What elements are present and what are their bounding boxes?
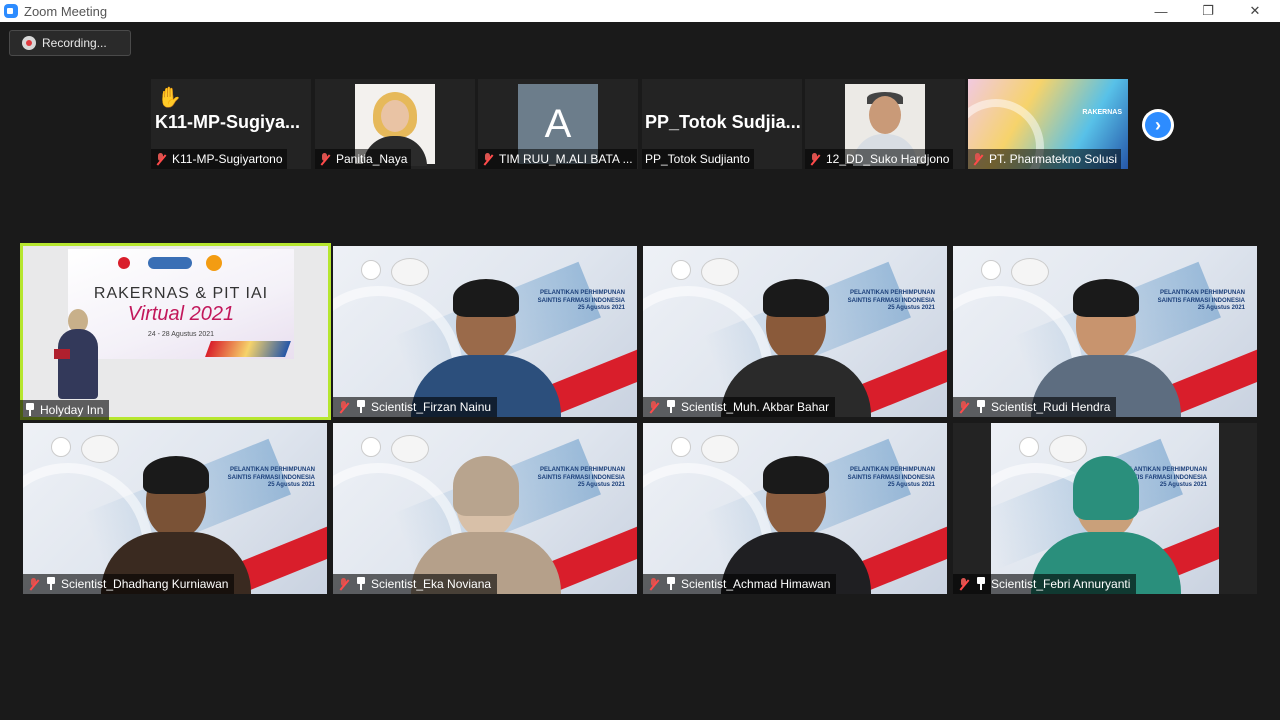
- iai-logo-icon: [206, 255, 222, 271]
- video-tile-firzan-nainu[interactable]: PELANTIKAN PERHIMPUNAN SAINTIS FARMASI IN…: [333, 246, 637, 417]
- participant-name: Scientist_Achmad Himawan: [681, 577, 831, 591]
- participant-label: Scientist_Rudi Hendra: [953, 397, 1117, 417]
- pin-icon: [975, 400, 987, 414]
- video-tile-rudi-hendra[interactable]: PELANTIKAN PERHIMPUNAN SAINTIS FARMASI IN…: [953, 246, 1257, 417]
- pin-icon: [665, 400, 677, 414]
- participant-name: 12_DD_Suko Hardjono: [826, 152, 950, 166]
- participant-video: [1031, 444, 1181, 594]
- muted-mic-icon: [154, 152, 168, 166]
- strip-tile-4[interactable]: PP_Totok Sudjia... PP_Totok Sudjianto: [642, 79, 802, 169]
- participant-label: Scientist_Dhadhang Kurniawan: [23, 574, 235, 594]
- participant-label: Scientist_Eka Noviana: [333, 574, 498, 594]
- event-logo-icon: [118, 257, 130, 269]
- strip-tile-6[interactable]: RAKERNAS PT. Pharmatekno Solusi: [968, 79, 1128, 169]
- video-tile-akbar-bahar[interactable]: PELANTIKAN PERHIMPUNAN SAINTIS FARMASI IN…: [643, 246, 947, 417]
- video-tile-dhadhang-kurniawan[interactable]: PELANTIKAN PERHIMPUNAN SAINTIS FARMASI IN…: [23, 423, 327, 594]
- muted-mic-icon: [337, 577, 351, 591]
- event-logo-icon: [981, 260, 1001, 280]
- participant-label: Scientist_Muh. Akbar Bahar: [643, 397, 836, 417]
- participant-label: PT. Pharmatekno Solusi: [968, 149, 1122, 169]
- participant-video-frame: PELANTIKAN PERHIMPUNAN SAINTIS FARMASI IN…: [991, 423, 1219, 594]
- muted-mic-icon: [957, 400, 971, 414]
- participant-label: TIM RUU_M.ALI BATA ...: [478, 149, 637, 169]
- video-tile-holyday-inn[interactable]: RAKERNAS & PIT IAI Virtual 2021 24 - 28 …: [20, 243, 331, 420]
- chevron-right-icon: ›: [1145, 112, 1171, 138]
- participant-label: K11-MP-Sugiyartono: [151, 149, 287, 169]
- muted-mic-icon: [808, 152, 822, 166]
- video-tile-achmad-himawan[interactable]: PELANTIKAN PERHIMPUNAN SAINTIS FARMASI IN…: [643, 423, 947, 594]
- participant-name: K11-MP-Sugiyartono: [172, 152, 283, 166]
- strip-tile-3[interactable]: A TIM RUU_M.ALI BATA ...: [478, 79, 638, 169]
- participant-video: [411, 267, 561, 417]
- participant-display-name: K11-MP-Sugiya...: [155, 112, 301, 132]
- pharmaq-logo-icon: [148, 257, 192, 269]
- participant-video: [101, 444, 251, 594]
- minimize-button[interactable]: —: [1138, 0, 1184, 22]
- video-tile-febri-annuryanti[interactable]: PELANTIKAN PERHIMPUNAN SAINTIS FARMASI IN…: [953, 423, 1257, 594]
- event-logo-icon: [671, 437, 691, 457]
- slide-title: RAKERNAS & PIT IAI: [93, 285, 269, 302]
- participant-name: Scientist_Muh. Akbar Bahar: [681, 400, 830, 414]
- participant-display-name: PP_Totok Sudjia...: [645, 112, 801, 132]
- muted-mic-icon: [337, 400, 351, 414]
- slide-decoration: [205, 341, 291, 357]
- close-button[interactable]: ✕: [1232, 0, 1278, 22]
- participant-name: Holyday Inn: [40, 403, 104, 417]
- participant-name: PP_Totok Sudjianto: [645, 152, 750, 166]
- pin-icon: [24, 403, 36, 417]
- muted-mic-icon: [957, 577, 971, 591]
- participant-label: Scientist_Achmad Himawan: [643, 574, 837, 594]
- raised-hand-icon: ✋: [157, 87, 182, 109]
- event-logo-icon: [671, 260, 691, 280]
- participant-label: Holyday Inn: [20, 400, 110, 420]
- strip-tile-2[interactable]: Panitia_Naya: [315, 79, 475, 169]
- presenter: [54, 309, 102, 399]
- pin-icon: [45, 577, 57, 591]
- participant-name: Scientist_Dhadhang Kurniawan: [61, 577, 229, 591]
- event-logo-icon: [361, 437, 381, 457]
- muted-mic-icon: [647, 400, 661, 414]
- participant-video: [411, 444, 561, 594]
- recording-label: Recording...: [42, 36, 107, 50]
- muted-mic-icon: [647, 577, 661, 591]
- muted-mic-icon: [481, 152, 495, 166]
- pin-icon: [355, 577, 367, 591]
- participant-video: [721, 444, 871, 594]
- event-logo-icon: [51, 437, 71, 457]
- muted-mic-icon: [27, 577, 41, 591]
- pin-icon: [355, 400, 367, 414]
- participant-label: Scientist_Firzan Nainu: [333, 397, 498, 417]
- participant-name: PT. Pharmatekno Solusi: [989, 152, 1118, 166]
- window-titlebar: Zoom Meeting — ❐ ✕: [0, 0, 1280, 22]
- pin-icon: [665, 577, 677, 591]
- window-title: Zoom Meeting: [24, 3, 108, 19]
- participant-name: Scientist_Rudi Hendra: [991, 400, 1111, 414]
- pin-icon: [975, 577, 987, 591]
- participant-name: Panitia_Naya: [336, 152, 408, 166]
- participant-label: Panitia_Naya: [315, 149, 412, 169]
- muted-mic-icon: [318, 152, 332, 166]
- recording-icon: [22, 36, 36, 50]
- participant-video: [721, 267, 871, 417]
- participant-name: Scientist_Febri Annuryanti: [991, 577, 1131, 591]
- video-tile-eka-noviana[interactable]: PELANTIKAN PERHIMPUNAN SAINTIS FARMASI IN…: [333, 423, 637, 594]
- participant-video: [1031, 267, 1181, 417]
- zoom-app-icon: [4, 4, 18, 18]
- participant-name: Scientist_Eka Noviana: [371, 577, 492, 591]
- strip-tile-5[interactable]: 12_DD_Suko Hardjono: [805, 79, 965, 169]
- participant-label: 12_DD_Suko Hardjono: [805, 149, 954, 169]
- event-logo-icon: [361, 260, 381, 280]
- muted-mic-icon: [971, 152, 985, 166]
- participant-label: Scientist_Febri Annuryanti: [953, 574, 1137, 594]
- recording-indicator[interactable]: Recording...: [9, 30, 131, 56]
- participant-name: TIM RUU_M.ALI BATA ...: [499, 152, 633, 166]
- participant-label: PP_Totok Sudjianto: [642, 149, 754, 169]
- restore-button[interactable]: ❐: [1185, 0, 1231, 22]
- tile-text: RAKERNAS: [1082, 109, 1122, 116]
- strip-tile-1[interactable]: ✋ K11-MP-Sugiya... K11-MP-Sugiyartono: [151, 79, 311, 169]
- next-page-button[interactable]: ›: [1142, 109, 1174, 141]
- participant-name: Scientist_Firzan Nainu: [371, 400, 492, 414]
